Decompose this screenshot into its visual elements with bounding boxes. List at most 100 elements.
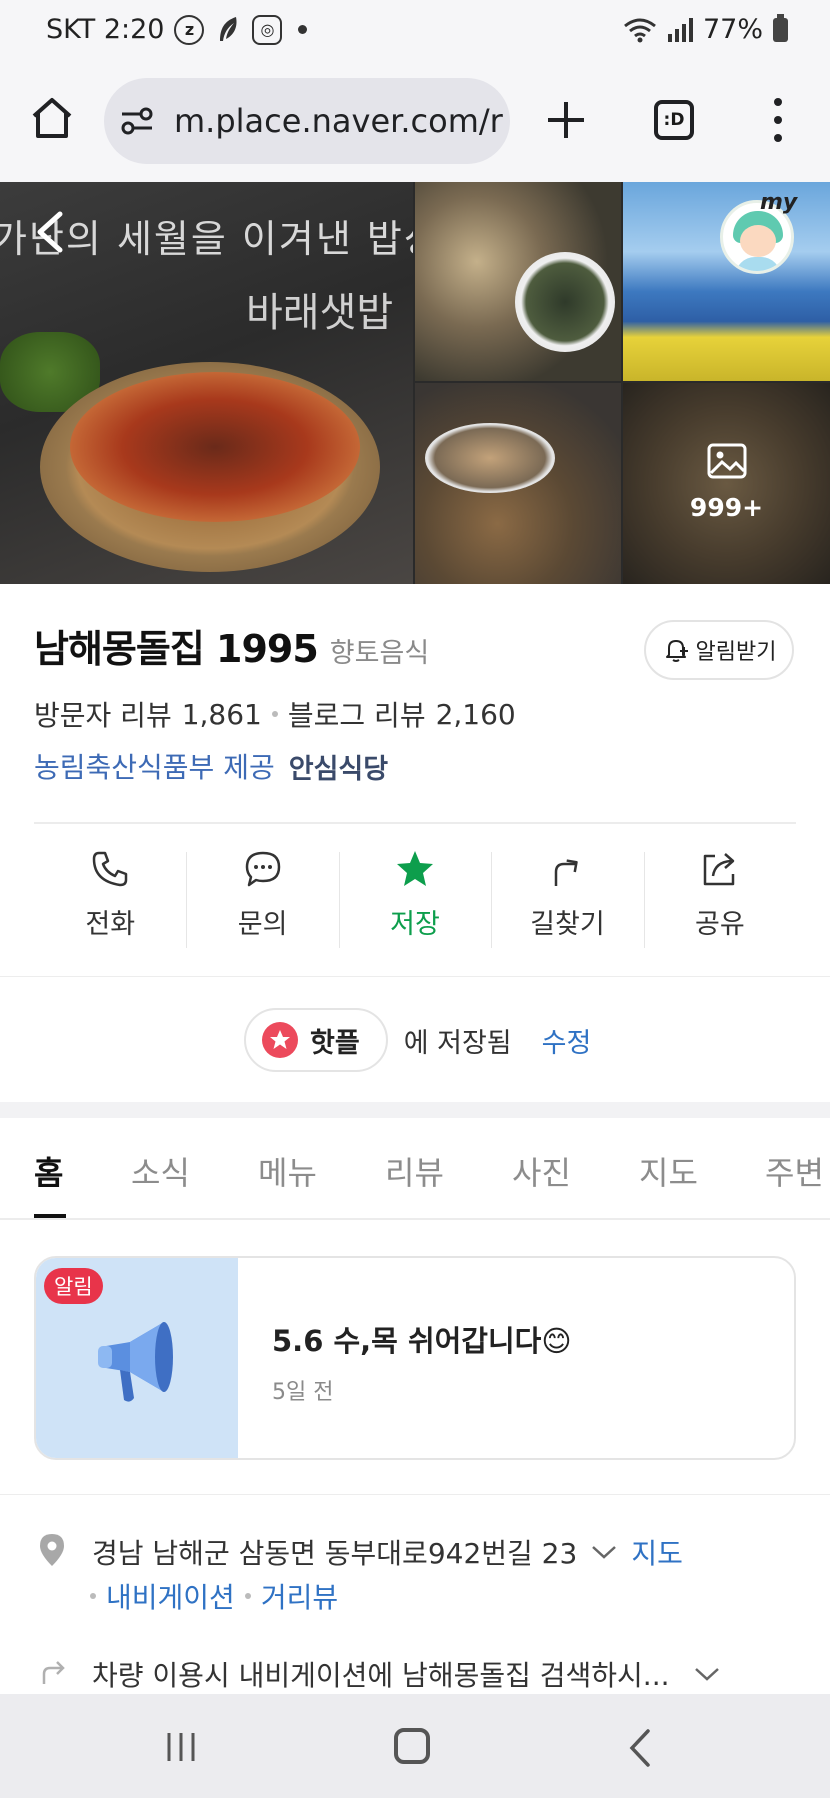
browser-toolbar: m.place.naver.com/r :D xyxy=(0,64,830,182)
home-icon[interactable] xyxy=(28,94,76,142)
call-button[interactable]: 전화 xyxy=(34,848,186,952)
action-label: 공유 xyxy=(694,909,745,940)
share-icon xyxy=(703,853,735,886)
photo-tile-1[interactable] xyxy=(415,182,621,381)
visitor-review-label[interactable]: 방문자 리뷰 xyxy=(34,694,172,734)
cert-badge: 안심식당 xyxy=(288,753,389,785)
blog-review-label[interactable]: 블로그 리뷰 xyxy=(288,694,426,734)
chat-icon xyxy=(245,851,280,887)
phone-icon xyxy=(92,851,128,887)
instagram-icon: ◎ xyxy=(252,14,283,45)
star-icon xyxy=(397,851,434,886)
megaphone-icon xyxy=(98,1322,173,1402)
photo-overlay xyxy=(623,383,830,584)
battery-percent: 77% xyxy=(702,14,763,45)
saved-list-name: 핫플 xyxy=(310,1027,360,1059)
bell-plus-icon xyxy=(665,640,688,662)
address-text[interactable]: 경남 남해군 삼동면 동부대로942번길 23 xyxy=(92,1532,577,1572)
separator-dot xyxy=(244,1593,251,1599)
recents-icon[interactable] xyxy=(164,1730,198,1764)
place-title-row: 남해몽돌집 1995 향토음식 xyxy=(34,618,429,673)
place-name: 남해몽돌집 1995 xyxy=(34,627,319,671)
notice-title: 5.6 수,목 쉬어갑니다😊 xyxy=(272,1324,572,1358)
photo-tile-2[interactable] xyxy=(623,182,830,381)
tab-home[interactable]: 홈 xyxy=(34,1148,63,1194)
tab-menu[interactable]: 메뉴 xyxy=(258,1148,317,1194)
active-tab-indicator xyxy=(34,1214,66,1218)
avatar-label: my xyxy=(760,190,798,215)
site-settings-icon[interactable] xyxy=(120,104,154,138)
new-tab-icon[interactable] xyxy=(544,98,588,142)
certification-row: 농림축산식품부 제공 안심식당 xyxy=(34,746,388,786)
status-left: SKT 2:20 z ◎ xyxy=(46,14,308,45)
tab-bar: 홈 소식 메뉴 리뷰 사진 지도 주변 xyxy=(0,1118,830,1220)
directions-icon xyxy=(555,859,579,886)
cert-provider[interactable]: 농림축산식품부 제공 xyxy=(34,746,275,786)
z-icon: z xyxy=(174,14,205,45)
separator-dot xyxy=(271,711,278,717)
divider xyxy=(0,1494,830,1495)
photo-caption-second: 바래샛밥 xyxy=(246,290,394,336)
action-label: 길찾기 xyxy=(530,909,605,940)
tab-nearby[interactable]: 주변 xyxy=(765,1148,824,1194)
map-link[interactable]: 지도 xyxy=(631,1532,683,1572)
back-nav-icon[interactable] xyxy=(628,1728,652,1768)
chevron-down-icon[interactable] xyxy=(591,1544,617,1560)
saved-status-text: 에 저장됨 xyxy=(403,1027,512,1059)
image-icon xyxy=(707,443,747,479)
saved-status-row: 핫플 에 저장됨 수정 xyxy=(244,1008,591,1072)
notice-time: 5일 전 xyxy=(272,1380,334,1405)
overflow-menu-icon[interactable] xyxy=(768,98,788,142)
section-divider xyxy=(0,1102,830,1118)
route-icon xyxy=(42,1661,65,1684)
saved-list-pill[interactable]: 핫플 xyxy=(244,1008,388,1072)
tab-switcher-button[interactable]: :D xyxy=(654,100,694,140)
action-label: 전화 xyxy=(85,909,136,940)
home-nav-icon[interactable] xyxy=(394,1728,430,1764)
save-button[interactable]: 저장 xyxy=(338,848,491,952)
tab-news[interactable]: 소식 xyxy=(131,1148,190,1194)
tab-photos[interactable]: 사진 xyxy=(512,1148,571,1194)
photo-dish xyxy=(70,372,360,522)
status-right: 77% xyxy=(623,13,788,45)
review-counts: 방문자 리뷰 1,861 블로그 리뷰 2,160 xyxy=(34,694,516,734)
address-row: 경남 남해군 삼동면 동부대로942번길 23 지도 xyxy=(92,1532,683,1572)
feather-icon xyxy=(220,16,237,41)
share-button[interactable]: 공유 xyxy=(643,848,796,952)
notify-button-label: 알림받기 xyxy=(695,640,777,665)
photo-tile-3[interactable] xyxy=(415,383,621,584)
blog-review-count[interactable]: 2,160 xyxy=(436,698,516,731)
action-label: 문의 xyxy=(237,909,288,940)
divider xyxy=(0,976,830,977)
photo-tile-more[interactable]: 999+ xyxy=(623,383,830,584)
notice-badge: 알림 xyxy=(44,1268,103,1304)
status-bar: SKT 2:20 z ◎ 77% xyxy=(0,0,830,64)
carrier-time: SKT 2:20 xyxy=(46,14,165,45)
notify-button[interactable]: 알림받기 xyxy=(644,620,794,680)
navigation-link[interactable]: 내비게이션 xyxy=(106,1576,235,1616)
system-nav-bar xyxy=(0,1694,830,1798)
inquiry-button[interactable]: 문의 xyxy=(186,848,338,952)
wifi-icon xyxy=(624,18,656,42)
star-badge-icon xyxy=(262,1022,298,1058)
directions-button[interactable]: 길찾기 xyxy=(491,848,643,952)
url-bar[interactable]: m.place.naver.com/r xyxy=(104,78,510,164)
photo-gallery: 가난의 세월을 이겨낸 밥상 바래샛밥 999+ my xyxy=(0,182,830,584)
route-row[interactable]: 차량 이용시 내비게이션에 남해몽돌집 검색하시... xyxy=(92,1654,720,1694)
back-icon[interactable] xyxy=(32,210,68,254)
main-photo[interactable]: 가난의 세월을 이겨낸 밥상 바래샛밥 xyxy=(0,182,413,584)
street-view-link[interactable]: 거리뷰 xyxy=(261,1576,338,1616)
edit-saved-link[interactable]: 수정 xyxy=(542,1021,592,1060)
notice-thumbnail: 알림 xyxy=(36,1258,238,1458)
visitor-review-count[interactable]: 1,861 xyxy=(182,698,262,731)
tab-reviews[interactable]: 리뷰 xyxy=(385,1148,444,1194)
action-bar: 전화 문의 저장 길찾기 공유 xyxy=(34,848,796,952)
chevron-down-icon[interactable] xyxy=(694,1666,720,1682)
separator-dot xyxy=(90,1593,96,1599)
notice-card[interactable]: 알림 5.6 수,목 쉬어갑니다😊 5일 전 xyxy=(34,1256,796,1460)
tab-map[interactable]: 지도 xyxy=(639,1148,698,1194)
dot-icon xyxy=(298,25,308,34)
action-label: 저장 xyxy=(390,909,440,940)
photo-more-count: 999+ xyxy=(689,493,764,522)
route-text: 차량 이용시 내비게이션에 남해몽돌집 검색하시... xyxy=(92,1659,670,1692)
